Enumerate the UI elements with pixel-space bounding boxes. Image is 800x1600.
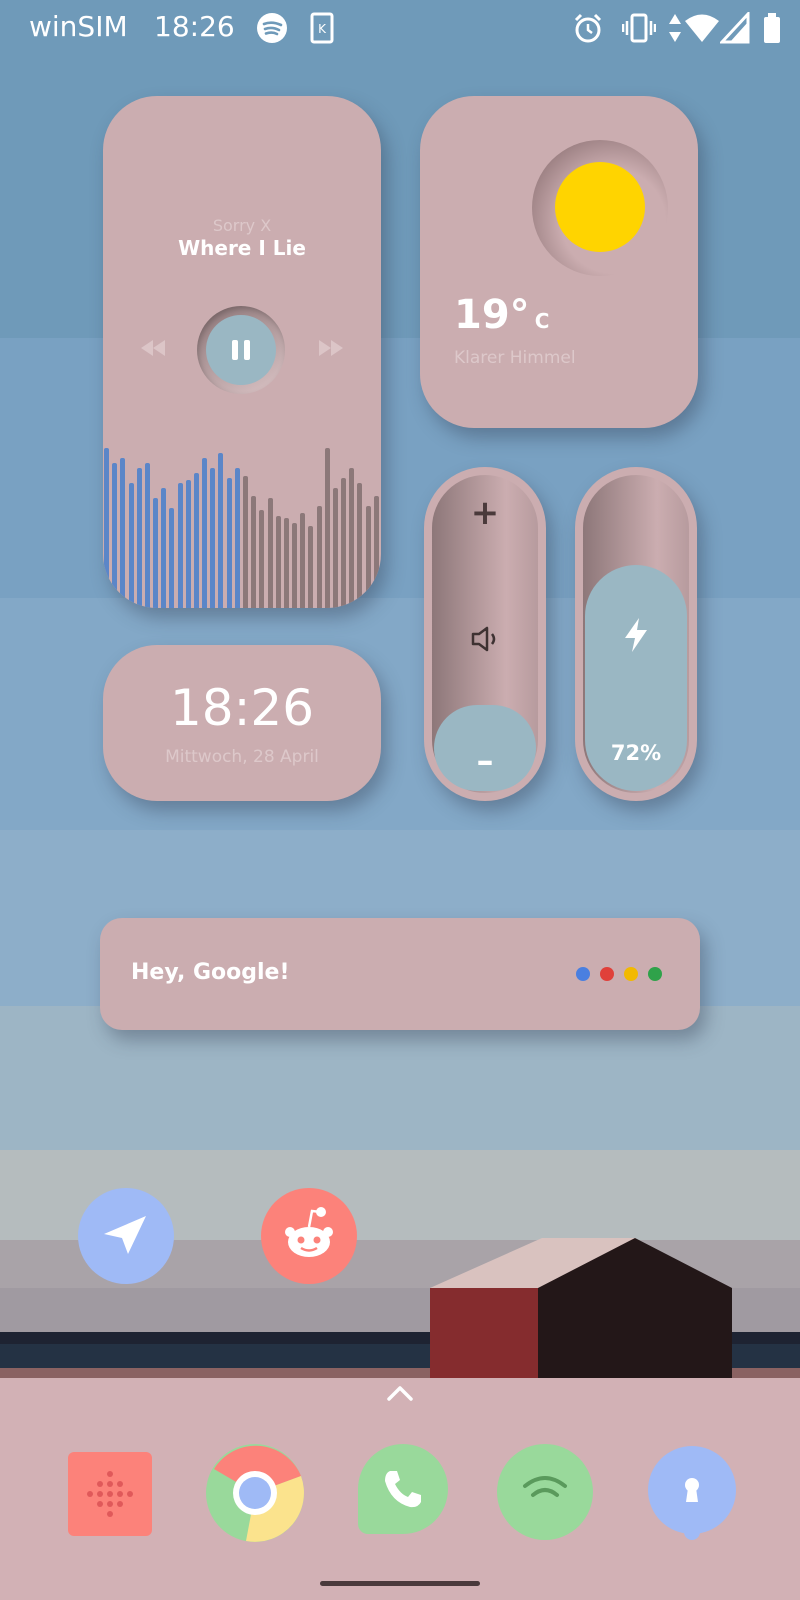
chrome-app-icon[interactable] — [206, 1444, 304, 1542]
volume-up-button[interactable]: + — [424, 493, 546, 533]
charging-bolt-icon — [625, 618, 647, 652]
svg-text:K: K — [318, 22, 327, 36]
previous-track-icon[interactable] — [141, 340, 165, 356]
speaker-icon — [471, 626, 496, 652]
visualizer-bar — [365, 506, 371, 608]
reddit-alien-icon — [285, 1207, 333, 1257]
visualizer-bar — [193, 473, 199, 608]
wifi-icon — [685, 14, 719, 42]
data-arrows-icon — [669, 14, 681, 42]
visualizer-bar — [292, 523, 298, 608]
yellow-dot — [624, 967, 638, 981]
reddit-app-icon[interactable] — [261, 1188, 357, 1284]
status-time: 18:26 — [154, 10, 235, 43]
visualizer-bar — [136, 468, 142, 608]
battery-widget: 72% — [575, 467, 697, 801]
visualizer-bar — [153, 498, 159, 608]
blue-dot — [576, 967, 590, 981]
battery-percent: 72% — [610, 741, 662, 765]
telegram-app-icon[interactable] — [78, 1188, 174, 1284]
status-bar: winSIM 18:26 K — [0, 0, 800, 56]
visualizer-bar — [267, 498, 273, 608]
sun-icon — [555, 162, 645, 252]
visualizer-bar — [218, 453, 224, 608]
audio-visualizer — [103, 426, 381, 608]
visualizer-bar — [373, 496, 379, 608]
weather-widget[interactable]: 19° C Klarer Himmel — [420, 96, 698, 428]
visualizer-bar — [316, 506, 322, 608]
visualizer-bar — [144, 463, 150, 608]
music-widget[interactable]: Sorry X Where I Lie — [103, 96, 381, 608]
vibrate-icon — [622, 13, 656, 43]
app-drawer-chevron-icon[interactable] — [386, 1384, 414, 1402]
volume-widget[interactable]: + – — [424, 467, 546, 801]
visualizer-bar — [300, 513, 306, 608]
visualizer-bar — [341, 478, 347, 608]
pause-button[interactable] — [206, 315, 276, 385]
visualizer-bar — [349, 468, 355, 608]
visualizer-bar — [185, 480, 191, 608]
clock-date: Mittwoch, 28 April — [165, 747, 319, 767]
keyhole-icon — [685, 1478, 699, 1502]
gesture-nav-bar[interactable] — [320, 1581, 480, 1586]
visualizer-bar — [202, 458, 208, 608]
artist-label: Sorry X — [212, 216, 272, 235]
carrier-label: winSIM — [29, 10, 128, 43]
phone-handset-icon — [385, 1471, 421, 1508]
dialpad-app-icon[interactable] — [68, 1452, 152, 1536]
k-app-icon: K — [310, 12, 334, 44]
visualizer-bar — [308, 526, 314, 608]
volume-down-button[interactable]: – — [424, 741, 546, 781]
visualizer-bar — [161, 488, 167, 608]
visualizer-bar — [283, 518, 289, 608]
paper-plane-icon — [104, 1216, 146, 1254]
visualizer-bar — [210, 468, 216, 608]
visualizer-bar — [324, 448, 330, 608]
visualizer-bar — [275, 516, 281, 608]
temperature-group: 19° C — [454, 292, 549, 338]
song-title: Where I Lie — [178, 236, 306, 260]
clock-time: 18:26 — [169, 679, 315, 737]
phone-app-icon[interactable] — [358, 1444, 448, 1534]
temperature-unit: C — [534, 309, 550, 333]
secure-messenger-app-icon[interactable] — [648, 1446, 736, 1540]
visualizer-bar — [243, 476, 248, 608]
spotify-icon — [257, 13, 287, 43]
weather-condition: Klarer Himmel — [454, 348, 576, 368]
alarm-icon — [574, 13, 602, 43]
temperature-value: 19° — [454, 292, 530, 338]
visualizer-bar — [259, 510, 265, 608]
visualizer-bar — [332, 488, 338, 608]
visualizer-bar — [120, 458, 126, 608]
visualizer-bar — [104, 448, 109, 608]
visualizer-bar — [177, 483, 183, 608]
clock-widget[interactable]: 18:26 Mittwoch, 28 April — [103, 645, 381, 801]
assistant-prompt: Hey, Google! — [131, 960, 290, 985]
visualizer-bar — [226, 478, 232, 608]
visualizer-bar — [357, 483, 363, 608]
battery-status-icon — [764, 13, 780, 43]
google-assistant-bar[interactable]: Hey, Google! — [100, 918, 700, 1030]
visualizer-bar — [251, 496, 257, 608]
house-illustration — [430, 1238, 732, 1380]
pause-icon — [232, 340, 250, 360]
next-track-icon[interactable] — [319, 340, 343, 356]
visualizer-bar — [128, 483, 134, 608]
visualizer-bar — [234, 468, 240, 608]
signal-icon — [720, 12, 750, 44]
red-dot — [600, 967, 614, 981]
visualizer-bar — [169, 508, 175, 608]
visualizer-bar — [112, 463, 118, 608]
dots-grid-icon — [87, 1471, 133, 1517]
green-dot — [648, 967, 662, 981]
wifi-app-icon[interactable] — [497, 1444, 593, 1540]
wifi-signal-icon — [523, 1476, 567, 1497]
